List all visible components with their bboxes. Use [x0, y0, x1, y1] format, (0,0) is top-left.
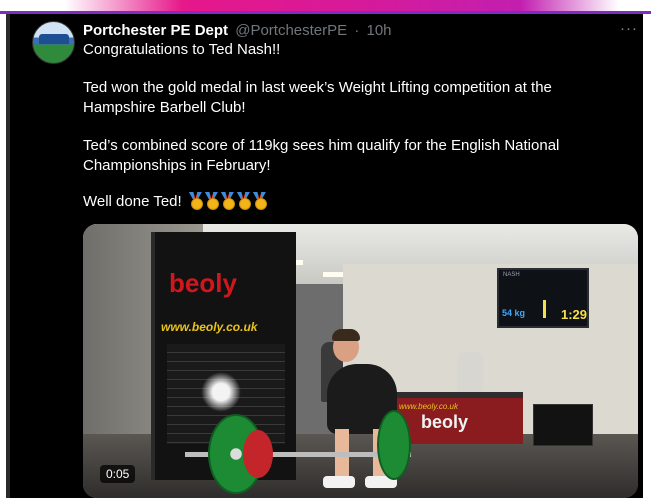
tweet-video[interactable]: beoly www.beoly.co.uk NASH 54 kg 1:29 ww… [83, 224, 638, 498]
scoreboard-time: 1:29 [561, 307, 588, 322]
scoreboard-weight: 54 kg [502, 308, 526, 318]
barbell-plate-red [243, 430, 273, 478]
author-name[interactable]: Portchester PE Dept [83, 22, 228, 39]
scoreboard-indicator [543, 300, 546, 318]
tweet-text-line4-text: Well done Ted! [83, 193, 182, 210]
tweet-text-line4: Well done Ted! [83, 192, 267, 212]
more-options-icon[interactable]: ··· [620, 20, 638, 37]
tweet-text-line3: Ted’s combined score of 119kg sees him q… [83, 137, 560, 174]
scoreboard-screen: NASH 54 kg 1:29 [497, 268, 589, 328]
lifter-shoe [323, 476, 355, 488]
light-flare [201, 372, 241, 412]
top-gradient-banner [0, 0, 651, 14]
gold-medal-icon [253, 192, 267, 210]
tweet-card[interactable]: Portchester PE Dept @PortchesterPE · 10h… [10, 14, 643, 498]
gold-medal-icon [189, 192, 203, 210]
author-handle[interactable]: @PortchesterPE [235, 22, 347, 39]
judge [457, 352, 483, 392]
sponsor-logo: beoly [169, 268, 237, 298]
scoreboard-name: NASH [503, 272, 520, 278]
gold-medal-icon [237, 192, 251, 210]
table-url: www.beoly.co.uk [399, 402, 458, 411]
gold-medal-icon [221, 192, 235, 210]
video-frame: beoly www.beoly.co.uk NASH 54 kg 1:29 ww… [83, 224, 638, 498]
video-timestamp: 0:05 [100, 465, 136, 483]
gold-medal-icon [205, 192, 219, 210]
right-edge [643, 14, 651, 498]
author-avatar[interactable] [32, 21, 75, 64]
tweet-text-line1: Congratulations to Ted Nash!! [83, 41, 281, 58]
header-separator: · [354, 22, 360, 39]
tweet-header: Portchester PE Dept @PortchesterPE · 10h [83, 22, 392, 39]
lifter-hair [332, 329, 360, 341]
table-logo: beoly [421, 412, 469, 432]
barbell-plate-green-right [377, 410, 411, 480]
left-edge [0, 14, 10, 498]
tweet-text-line2: Ted won the gold medal in last week’s We… [83, 79, 552, 116]
sponsor-url: www.beoly.co.uk [161, 320, 258, 334]
judges-table: www.beoly.co.uk beoly [393, 392, 523, 444]
speaker [533, 404, 593, 446]
tweet-time[interactable]: 10h [367, 22, 392, 39]
